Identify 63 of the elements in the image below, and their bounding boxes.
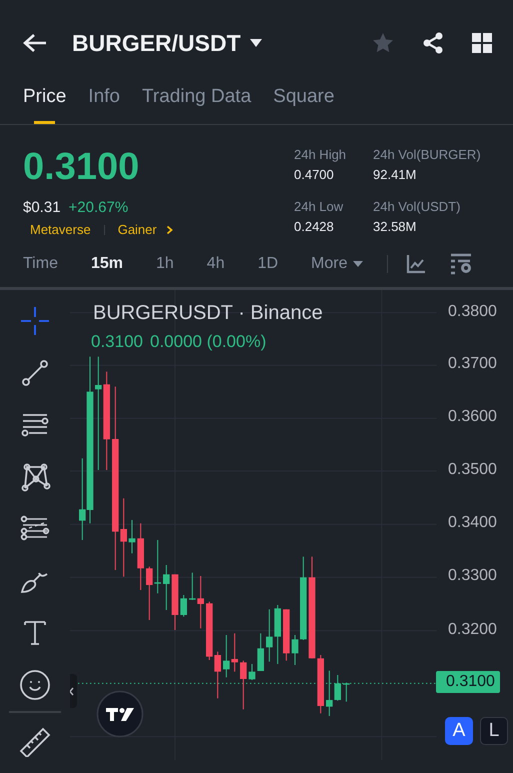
candle [163, 564, 170, 610]
last-price: 0.3100 [23, 145, 140, 189]
chevron-icon[interactable] [166, 224, 173, 234]
interval-tab[interactable]: 1D [258, 255, 278, 273]
pattern-nodes-icon[interactable] [19, 461, 51, 493]
axis-label: 0.3200 [448, 620, 497, 639]
tab[interactable]: Price [23, 86, 66, 124]
candle [137, 522, 144, 590]
axis-label: 0.3300 [448, 567, 497, 586]
usd-price: $0.31 [23, 199, 61, 216]
caret-icon[interactable] [248, 38, 263, 48]
axis-label: 0.3800 [448, 302, 497, 321]
stat-value: 0.4700 [294, 167, 335, 182]
axis-label: 0.3500 [448, 461, 497, 479]
legend-price: 0.3100 [91, 332, 143, 352]
axis-label: 0.3600 [448, 408, 497, 426]
stat-label: 24h Vol(BURGER) [373, 147, 482, 162]
grid-menu-icon[interactable] [471, 32, 493, 54]
scale-button[interactable]: A [445, 717, 473, 745]
tradingview-logo[interactable] [96, 690, 144, 738]
scale-button[interactable]: L [480, 717, 508, 745]
tab[interactable]: Info [88, 86, 120, 124]
candle [248, 664, 256, 680]
interval-tab[interactable]: 4h [206, 255, 225, 273]
candle [257, 632, 264, 672]
pair-title[interactable]: BURGER/USDT [72, 30, 241, 56]
candle [128, 520, 136, 554]
candle [317, 654, 324, 714]
stat-label: 24h High [294, 147, 348, 162]
candle [172, 574, 178, 630]
stat-label: 24h Vol(USDT) [373, 199, 462, 214]
axis-label: 0.3700 [448, 355, 497, 374]
trend-line-icon[interactable] [19, 357, 51, 389]
back-arrow-icon[interactable] [22, 33, 48, 53]
interval-tab[interactable]: 1h [156, 255, 174, 273]
chart-indicator-icon[interactable] [406, 254, 426, 274]
stat-value: 0.2428 [294, 219, 335, 234]
price-tag: 0.3100 [436, 671, 500, 693]
price-change: +20.67% [68, 199, 128, 216]
stat-value: 92.41M [373, 167, 418, 182]
candle [240, 660, 247, 710]
legend-change: 0.0000 (0.00%) [150, 332, 266, 352]
ruler-icon[interactable] [19, 725, 51, 757]
axis-label: 0.3400 [448, 514, 497, 532]
crosshair-icon[interactable] [19, 305, 51, 337]
tag-link[interactable]: Gainer [118, 222, 157, 237]
share-icon[interactable] [421, 31, 445, 55]
chevron-left-icon[interactable] [70, 686, 74, 696]
tab[interactable]: Square [273, 86, 334, 124]
chart-symbol: BURGERUSDT · Binance [93, 302, 323, 325]
tag-link[interactable]: Metaverse [30, 222, 91, 237]
candle [180, 594, 187, 618]
stat-value: 32.58M [373, 219, 418, 234]
interval-tab[interactable]: Time [23, 255, 58, 273]
interval-tab[interactable]: 15m [90, 255, 123, 273]
more-dropdown[interactable]: More [311, 255, 362, 273]
tab[interactable]: Trading Data [142, 86, 252, 124]
stat-label: 24h Low [294, 199, 344, 214]
candle [343, 682, 350, 702]
candle [283, 608, 290, 662]
smiley-icon[interactable] [19, 669, 51, 701]
candle [292, 634, 298, 666]
star-icon[interactable] [371, 31, 395, 55]
